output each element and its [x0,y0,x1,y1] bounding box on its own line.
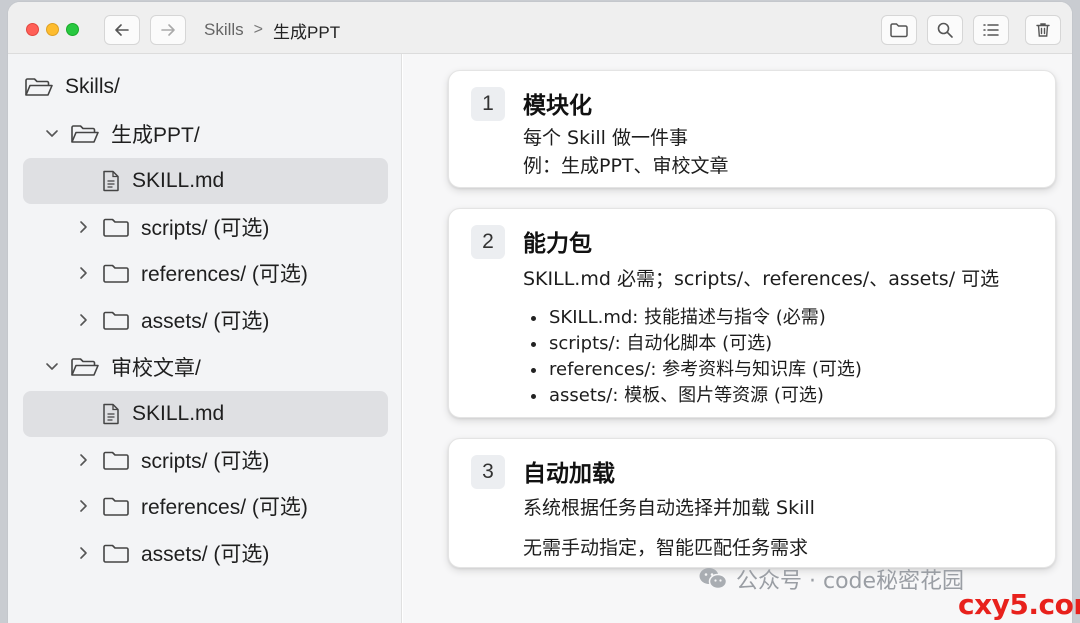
tree-item-skill-md[interactable]: SKILL.md [23,391,388,437]
wechat-icon [698,566,728,592]
list-item: references/: 参考资料与知识库 (可选) [531,357,862,383]
tree-item-label: 审校文章/ [111,357,201,380]
forward-icon [161,24,175,36]
feature-card-auto-load: 3 自动加载 系统根据任务自动选择并加载 Skill 无需手动指定，智能匹配任务… [448,438,1056,568]
close-window-button[interactable] [26,23,39,36]
feature-card-modular: 1 模块化 每个 Skill 做一件事 例：生成PPT、审校文章 [448,70,1056,188]
tree-item-assets-folder[interactable]: assets/ (可选) [23,297,388,343]
chevron-right-icon[interactable] [75,220,93,234]
trash-button[interactable] [1025,15,1061,45]
open-folder-icon [69,355,101,379]
card-description: SKILL.md 必需；scripts/、references/、assets/… [523,268,1000,290]
card-description: 每个 Skill 做一件事 [523,127,688,149]
tree-item-label: references/ (可选) [141,263,308,286]
folder-icon [101,541,131,565]
open-folder-icon [69,122,101,146]
chevron-right-icon[interactable] [75,546,93,560]
feature-card-capability-pack: 2 能力包 SKILL.md 必需；scripts/、references/、a… [448,208,1056,418]
folder-icon [101,261,131,285]
search-icon [937,22,953,38]
forward-button[interactable] [150,15,186,45]
list-item: SKILL.md: 技能描述与指令 (必需) [531,305,862,331]
wechat-watermark: 公众号 · code秘密花园 [698,563,964,595]
tree-item-references-folder[interactable]: references/ (可选) [23,250,388,296]
document-icon [100,402,122,426]
tree-item-label: references/ (可选) [141,496,308,519]
card-number-badge: 1 [471,87,505,121]
tree-item-ppt-folder[interactable]: 生成PPT/ [23,111,388,157]
card-title: 自动加载 [523,461,615,487]
breadcrumb-separator: > [253,21,264,38]
tree-item-label: Skills/ [65,75,120,98]
list-view-button[interactable] [973,15,1009,45]
folder-icon [101,494,131,518]
watermark-text: 公众号 · code秘密花园 [736,569,965,594]
back-button[interactable] [104,15,140,45]
card-description: 系统根据任务自动选择并加载 Skill [523,497,815,519]
tree-item-label: SKILL.md [132,402,225,425]
folder-icon [101,448,131,472]
finder-window: Skills > 生成PPT Skills/ 生成PPT/ SKILL.md s… [8,2,1072,623]
trash-icon [1036,23,1050,37]
chevron-right-icon[interactable] [75,453,93,467]
card-title: 模块化 [523,93,592,119]
minimize-window-button[interactable] [46,23,59,36]
site-watermark: cxy5.com [958,588,1080,621]
tree-item-assets-folder[interactable]: assets/ (可选) [23,530,388,576]
chevron-right-icon[interactable] [75,266,93,280]
tree-item-label: 生成PPT/ [111,124,200,147]
tree-item-references-folder[interactable]: references/ (可选) [23,483,388,529]
breadcrumb-root[interactable]: Skills [204,20,244,40]
list-icon [983,24,999,36]
document-icon [100,169,122,193]
tree-item-label: scripts/ (可选) [141,217,270,240]
tree-item-label: SKILL.md [132,169,225,192]
card-number-badge: 2 [471,225,505,259]
card-description: 无需手动指定，智能匹配任务需求 [523,537,809,559]
tree-item-label: assets/ (可选) [141,310,270,333]
card-example: 例：生成PPT、审校文章 [523,155,729,177]
chevron-down-icon[interactable] [43,129,61,139]
tree-item-scripts-folder[interactable]: scripts/ (可选) [23,204,388,250]
folder-icon [101,308,131,332]
folder-icon [101,215,131,239]
new-folder-button[interactable] [881,15,917,45]
chevron-right-icon[interactable] [75,499,93,513]
card-bullet-list: SKILL.md: 技能描述与指令 (必需) scripts/: 自动化脚本 (… [531,305,862,409]
back-icon [115,24,129,36]
zoom-window-button[interactable] [66,23,79,36]
tree-item-label: assets/ (可选) [141,543,270,566]
search-button[interactable] [927,15,963,45]
tree-item-review-folder[interactable]: 审校文章/ [23,344,388,390]
card-number-badge: 3 [471,455,505,489]
title-bar: Skills > 生成PPT [8,2,1072,54]
breadcrumb: Skills > 生成PPT [204,18,340,42]
folder-icon [890,23,908,38]
list-item: assets/: 模板、图片等资源 (可选) [531,383,862,409]
content-pane: 1 模块化 每个 Skill 做一件事 例：生成PPT、审校文章 2 能力包 S… [403,54,1072,623]
chevron-right-icon[interactable] [75,313,93,327]
chevron-down-icon[interactable] [43,362,61,372]
tree-item-skills-folder[interactable]: Skills/ [23,64,388,110]
list-item: scripts/: 自动化脚本 (可选) [531,331,862,357]
card-title: 能力包 [523,231,592,257]
tree-item-label: scripts/ (可选) [141,450,270,473]
breadcrumb-current[interactable]: 生成PPT [273,18,340,43]
tree-item-scripts-folder[interactable]: scripts/ (可选) [23,437,388,483]
file-tree-sidebar: Skills/ 生成PPT/ SKILL.md scripts/ (可选) re… [8,54,402,623]
open-folder-icon [23,75,55,99]
tree-item-skill-md[interactable]: SKILL.md [23,158,388,204]
